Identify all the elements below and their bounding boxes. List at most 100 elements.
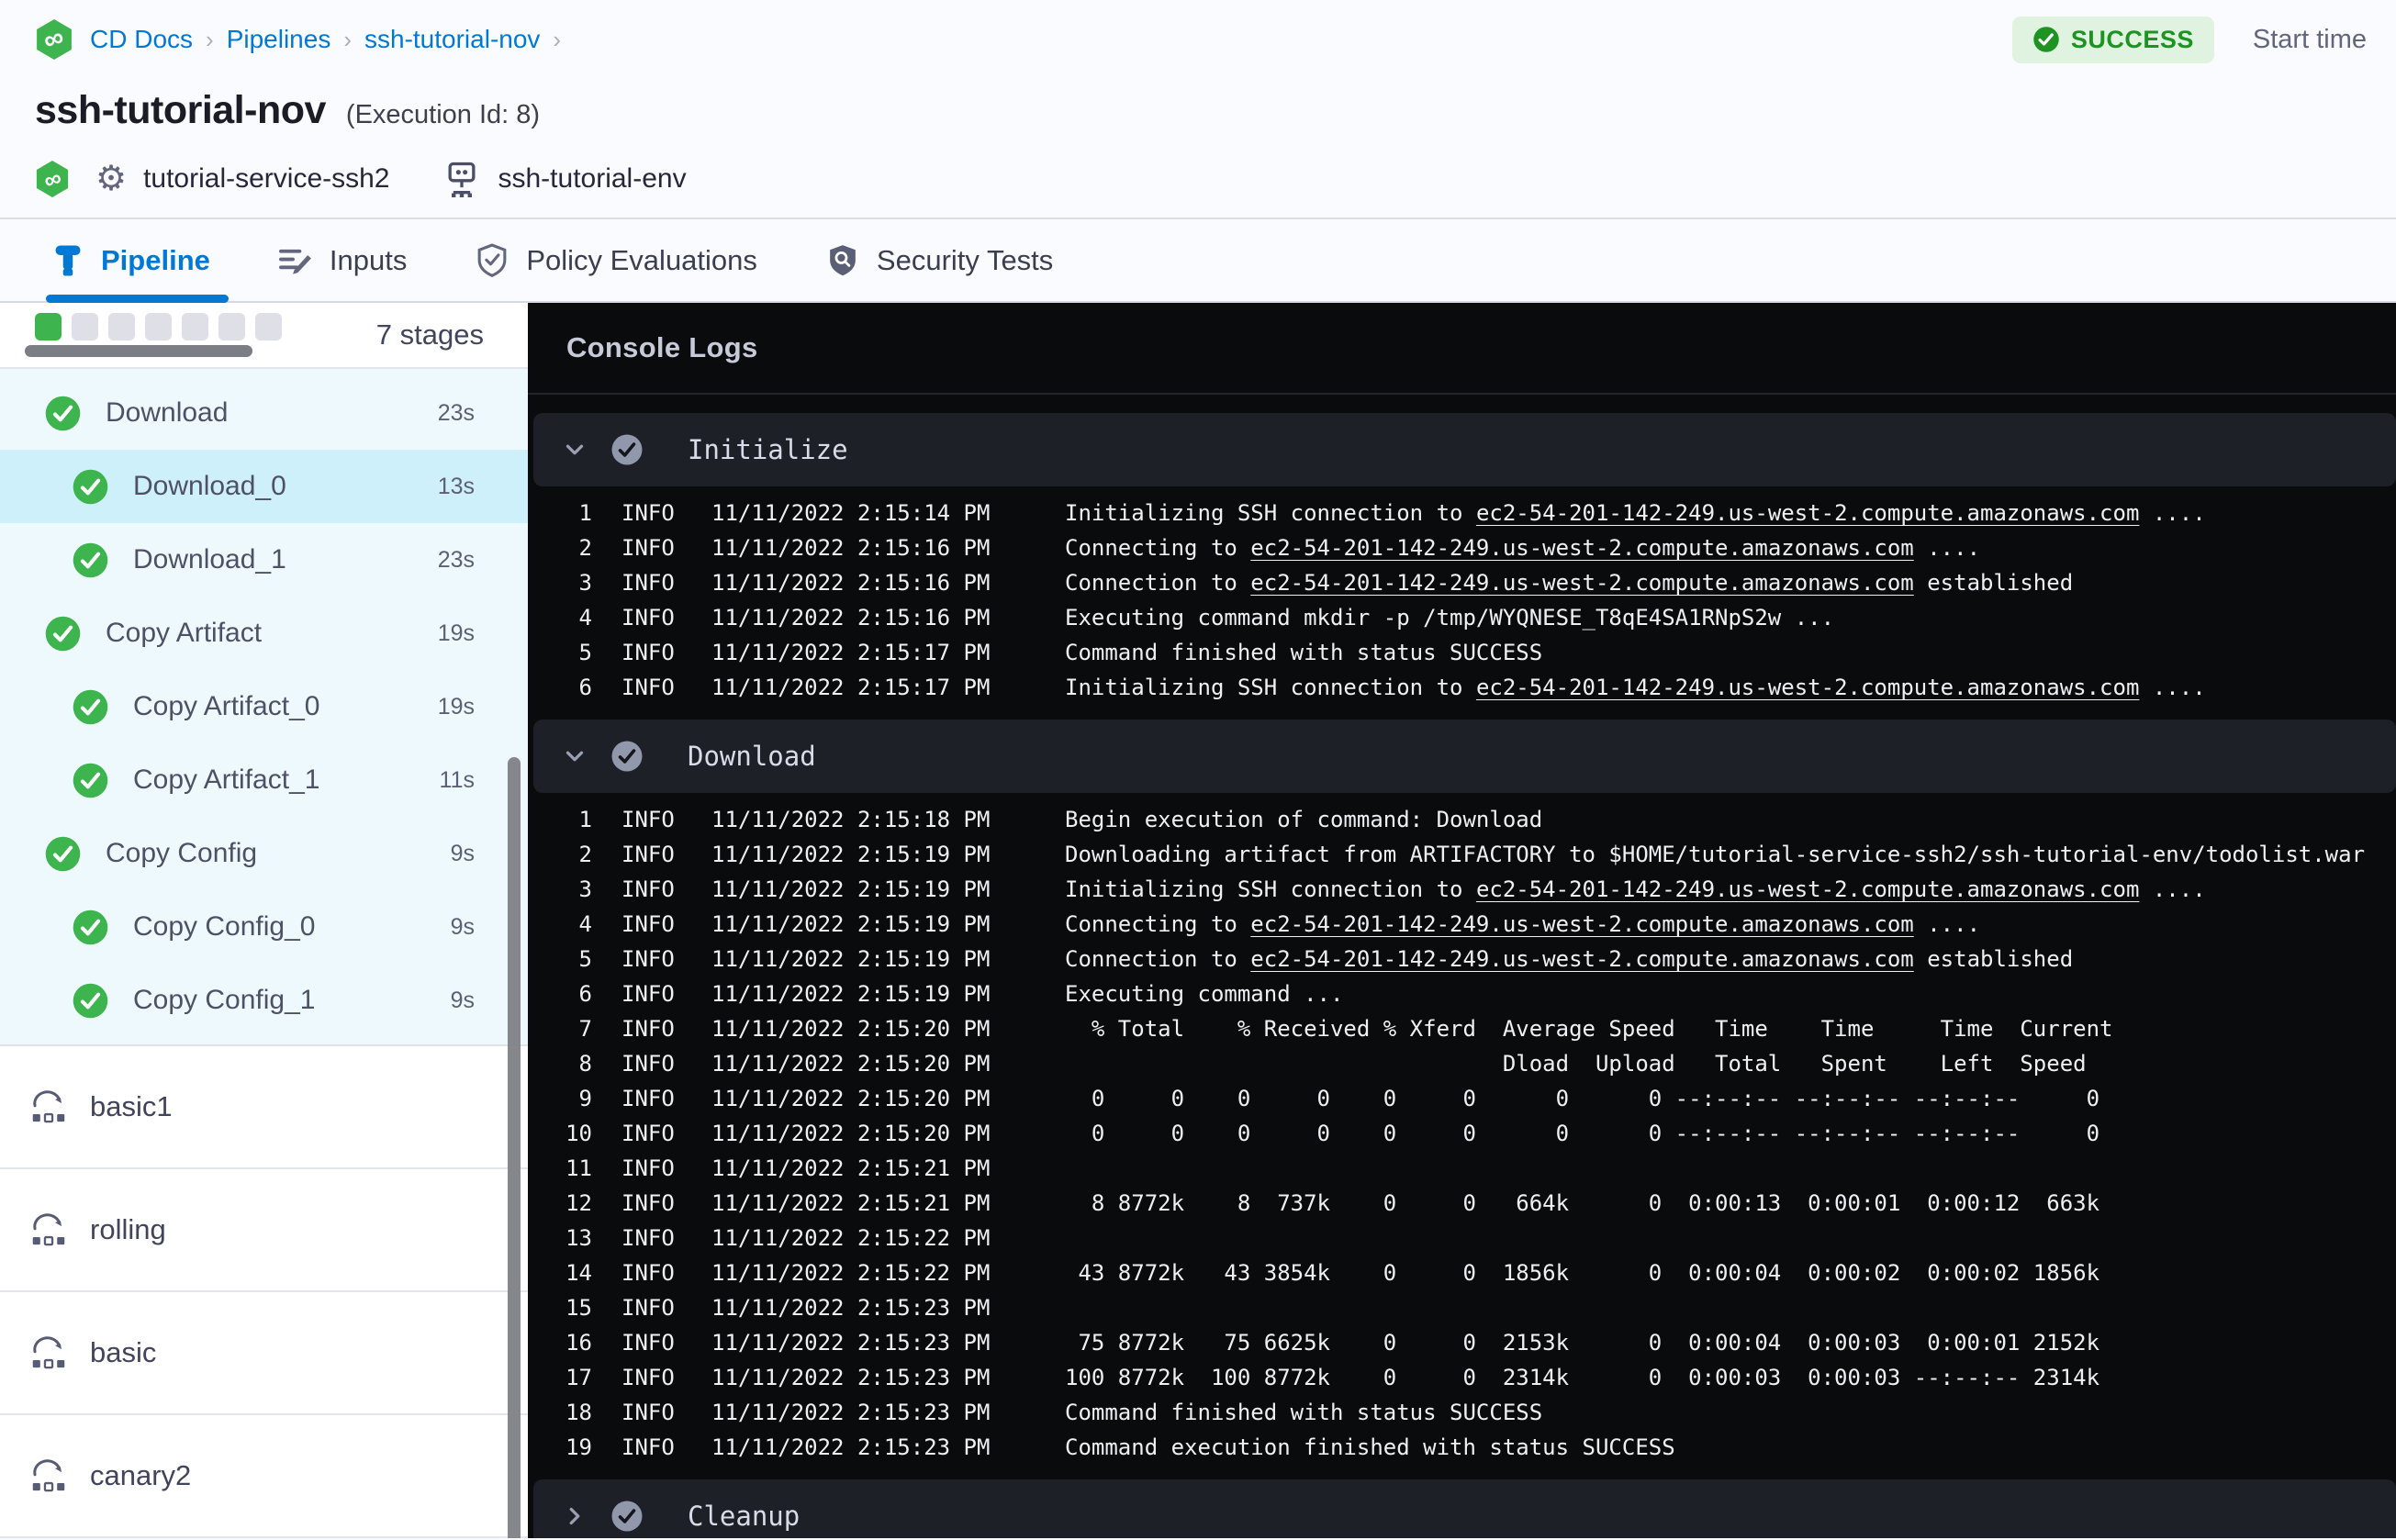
log-line: 15 INFO 11/11/2022 2:15:23 PM — [533, 1290, 2396, 1325]
breadcrumb-link[interactable]: ssh-tutorial-nov — [364, 25, 540, 54]
stage-success-icon — [72, 468, 109, 506]
stage-progress — [25, 313, 282, 357]
step-success-icon — [610, 433, 644, 466]
stage-progress-scrollbar[interactable] — [25, 345, 252, 357]
sidebar-item-basic[interactable]: basic — [0, 1292, 528, 1415]
sidebar-item-rolling[interactable]: rolling — [0, 1169, 528, 1292]
breadcrumb-link[interactable]: Pipelines — [227, 25, 331, 54]
log-line: 2 INFO 11/11/2022 2:15:19 PM Downloading ar… — [533, 837, 2396, 872]
chevron-down-icon[interactable] — [559, 436, 590, 463]
stage-label: Copy Artifact_0 — [133, 691, 320, 721]
sidebar-item-basic1[interactable]: basic1 — [0, 1046, 528, 1169]
security-shield-icon — [830, 244, 856, 275]
stage-row[interactable]: Copy Artifact 19s — [0, 597, 528, 670]
chevron-right-icon — [569, 1507, 580, 1525]
log-line: 7 INFO 11/11/2022 2:15:20 PM % Total % Rec… — [533, 1011, 2396, 1046]
log-level: INFO — [621, 640, 675, 665]
log-message: Executing command ... — [1065, 981, 1344, 1007]
gear-icon: ⚙ — [95, 160, 128, 198]
log-level: INFO — [621, 807, 675, 832]
console-header: Console Logs — [528, 303, 2396, 395]
log-line-number: 8 — [578, 1051, 592, 1077]
log-message: 100 8772k 100 8772k 0 0 2314k 0 0:00:03 … — [1065, 1365, 2100, 1390]
log-link[interactable]: ec2-54-201-142-249.us-west-2.compute.ama… — [1250, 535, 1913, 561]
stage-success-icon — [44, 835, 82, 873]
chevron-right-icon[interactable] — [559, 1502, 590, 1530]
log-line-number: 2 — [578, 535, 592, 561]
log-line: 8 INFO 11/11/2022 2:15:20 PM Dload Upload … — [533, 1046, 2396, 1081]
stage-row[interactable]: Download_0 13s — [0, 450, 528, 523]
log-link[interactable]: ec2-54-201-142-249.us-west-2.compute.ama… — [1476, 876, 2139, 902]
log-section-name: Initialize — [688, 434, 848, 465]
tab-label: Pipeline — [101, 243, 210, 276]
stage-row[interactable]: Download_1 23s — [0, 523, 528, 597]
pipeline-logo-icon: ∞ — [36, 161, 69, 197]
stage-row[interactable]: Copy Config_0 9s — [0, 890, 528, 964]
log-line-number: 12 — [565, 1190, 592, 1216]
stage-row[interactable]: Copy Artifact_1 11s — [0, 743, 528, 817]
stage-duration: 9s — [450, 987, 475, 1013]
stage-label: Download_1 — [133, 544, 286, 575]
stage-success-icon — [45, 616, 81, 651]
service-name[interactable]: tutorial-service-ssh2 — [143, 163, 389, 195]
stage-row[interactable]: Copy Artifact_0 19s — [0, 670, 528, 743]
log-link[interactable]: ec2-54-201-142-249.us-west-2.compute.ama… — [1250, 911, 1913, 937]
stage-label: Copy Config_0 — [133, 911, 316, 942]
step-success-icon — [611, 741, 643, 772]
stage-progress-squares — [35, 313, 282, 340]
log-link[interactable]: ec2-54-201-142-249.us-west-2.compute.ama… — [1476, 675, 2139, 700]
log-line-number: 1 — [578, 807, 592, 832]
log-timestamp: 11/11/2022 2:15:21 PM — [711, 1155, 991, 1181]
stage-progress-square — [182, 313, 208, 340]
log-timestamp: 11/11/2022 2:15:22 PM — [711, 1225, 991, 1251]
stage-row[interactable]: Copy Config 9s — [0, 817, 528, 890]
log-line-number: 6 — [578, 981, 592, 1007]
chevron-down-icon[interactable] — [559, 742, 590, 770]
tab-policy-evaluations[interactable]: Policy Evaluations — [475, 219, 757, 301]
stage-row[interactable]: Copy Config_1 9s — [0, 964, 528, 1037]
log-line-number: 10 — [565, 1121, 592, 1146]
log-section-header[interactable]: Cleanup — [533, 1479, 2396, 1538]
breadcrumb-separator-icon: › — [206, 25, 214, 53]
log-line: 5 INFO 11/11/2022 2:15:17 PM Command finish… — [533, 635, 2396, 670]
tab-inputs[interactable]: Inputs — [278, 219, 407, 301]
log-timestamp: 11/11/2022 2:15:17 PM — [711, 640, 991, 665]
log-link[interactable]: ec2-54-201-142-249.us-west-2.compute.ama… — [1476, 500, 2139, 526]
breadcrumb-link[interactable]: CD Docs — [90, 25, 193, 54]
log-line: 1 INFO 11/11/2022 2:15:18 PM Begin executio… — [533, 802, 2396, 837]
rolling-deploy-icon — [32, 1336, 65, 1369]
sidebar-scrollbar[interactable] — [508, 757, 521, 1538]
log-link[interactable]: ec2-54-201-142-249.us-west-2.compute.ama… — [1250, 946, 1913, 972]
tab-label: Security Tests — [876, 243, 1054, 276]
log-level: INFO — [621, 1051, 675, 1077]
log-link[interactable]: ec2-54-201-142-249.us-west-2.compute.ama… — [1250, 570, 1913, 596]
stage-progress-square — [72, 313, 98, 340]
log-section-header[interactable]: Download — [533, 720, 2396, 793]
tab-pipeline[interactable]: Pipeline — [46, 219, 229, 303]
log-line-number: 5 — [578, 640, 592, 665]
header-right: SUCCESS Start time — [2011, 16, 2367, 63]
log-section: Download 1 INFO 11/11/2022 2:15:18 PM Begin … — [533, 720, 2396, 1472]
log-level: INFO — [621, 1121, 675, 1146]
meta-row: ∞ ⚙ tutorial-service-ssh2 ssh-tutorial-e… — [35, 157, 2361, 201]
log-timestamp: 11/11/2022 2:15:16 PM — [711, 605, 991, 631]
log-message: Executing command mkdir -p /tmp/WYQNESE_… — [1065, 605, 1835, 631]
log-level: INFO — [621, 500, 675, 526]
log-line: 3 INFO 11/11/2022 2:15:19 PM Initializing S… — [533, 872, 2396, 907]
log-message: Dload Upload Total Spent Left Speed — [1065, 1051, 2087, 1077]
log-level: INFO — [621, 1190, 675, 1216]
stage-row[interactable]: Download 23s — [0, 376, 528, 450]
log-section-header[interactable]: Initialize — [533, 413, 2396, 486]
stage-success-icon — [45, 836, 81, 871]
log-line-number: 2 — [578, 842, 592, 867]
log-line: 17 INFO 11/11/2022 2:15:23 PM 100 8772k 100… — [533, 1360, 2396, 1395]
sidebar-item-canary2[interactable]: canary2 — [0, 1415, 528, 1538]
title-row: ssh-tutorial-nov (Execution Id: 8) — [35, 88, 2361, 133]
environment-name[interactable]: ssh-tutorial-env — [498, 163, 687, 195]
log-level: INFO — [621, 535, 675, 561]
log-line-number: 6 — [578, 675, 592, 700]
environment-icon — [448, 162, 475, 197]
log-line: 5 INFO 11/11/2022 2:15:19 PM Connection to … — [533, 942, 2396, 976]
tab-security-tests[interactable]: Security Tests — [825, 219, 1053, 301]
stage-duration: 13s — [437, 473, 475, 499]
